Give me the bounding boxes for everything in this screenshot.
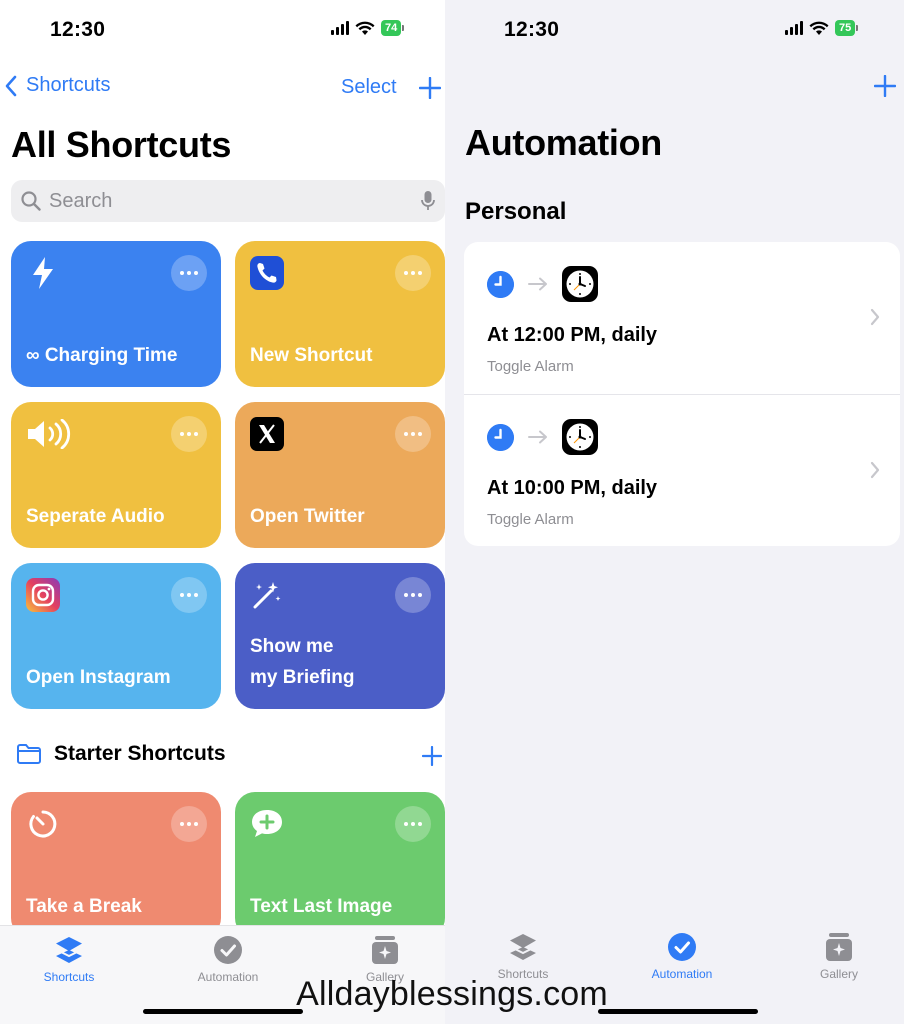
- wifi-icon: [809, 21, 829, 35]
- folder-icon: [17, 744, 41, 764]
- more-button[interactable]: [395, 806, 431, 842]
- automation-subtitle: Toggle Alarm: [487, 358, 574, 375]
- plus-icon: [418, 76, 442, 100]
- tile-label: Take a Break: [26, 896, 142, 917]
- shortcut-tile-seperate-audio[interactable]: Seperate Audio: [11, 402, 221, 548]
- more-button[interactable]: [395, 577, 431, 613]
- shortcut-tile-charging-time[interactable]: ∞ Charging Time: [11, 241, 221, 387]
- select-button[interactable]: Select: [341, 76, 397, 99]
- watermark-text: Alldayblessings.com: [296, 975, 608, 1013]
- chevron-right-icon: [870, 308, 880, 326]
- automation-row[interactable]: At 12:00 PM, daily Toggle Alarm: [464, 242, 900, 394]
- automation-icons: [487, 419, 598, 455]
- page-title: Automation: [465, 122, 662, 163]
- automation-subtitle: Toggle Alarm: [487, 511, 574, 528]
- search-icon: [21, 191, 41, 211]
- shortcuts-screen: 12:30 74 Shortcuts Select All Shortcuts …: [0, 0, 445, 1024]
- clock-app-icon: [562, 419, 598, 455]
- automation-row[interactable]: At 10:00 PM, daily Toggle Alarm: [464, 394, 900, 546]
- automation-icons: [487, 266, 598, 302]
- arrow-right-icon: [528, 430, 547, 444]
- starter-shortcuts-header[interactable]: Starter Shortcuts: [16, 742, 226, 766]
- tab-shortcuts[interactable]: Shortcuts: [463, 931, 583, 981]
- back-button-label: Shortcuts: [26, 74, 111, 96]
- add-automation-button[interactable]: [873, 74, 897, 102]
- automation-list: At 12:00 PM, daily Toggle Alarm At 10:00…: [464, 242, 900, 546]
- more-button[interactable]: [395, 416, 431, 452]
- add-starter-shortcut-button[interactable]: [421, 745, 443, 771]
- tile-label: Open Twitter: [250, 506, 365, 527]
- time-trigger-icon: [487, 270, 514, 298]
- automation-check-icon: [214, 936, 242, 964]
- plus-icon: [421, 745, 443, 767]
- status-time: 12:30: [50, 18, 106, 41]
- status-icons: 75: [785, 20, 859, 36]
- speaker-icon: [25, 416, 73, 452]
- automation-title: At 10:00 PM, daily: [487, 477, 658, 499]
- layers-icon: [509, 934, 537, 960]
- gallery-icon: [826, 933, 852, 961]
- add-shortcut-button[interactable]: [418, 76, 442, 104]
- time-trigger-icon: [487, 423, 514, 451]
- shortcut-tile-open-twitter[interactable]: Open Twitter: [235, 402, 445, 548]
- phone-app-icon: [249, 255, 285, 291]
- tile-label: Seperate Audio: [26, 506, 165, 527]
- automation-title: At 12:00 PM, daily: [487, 324, 658, 346]
- microphone-icon[interactable]: [421, 190, 435, 212]
- clock-app-icon: [562, 266, 598, 302]
- bolt-icon: [25, 255, 61, 291]
- section-title-personal: Personal: [465, 198, 567, 225]
- shortcut-tile-text-last-image[interactable]: Text Last Image: [235, 792, 445, 938]
- chevron-right-icon: [870, 461, 880, 479]
- battery-nub: [856, 25, 859, 31]
- shortcut-tile-open-instagram[interactable]: Open Instagram: [11, 563, 221, 709]
- status-icons: 74: [331, 20, 405, 36]
- message-plus-icon: [249, 806, 285, 842]
- tile-label-line1: Show me: [250, 636, 334, 657]
- shortcut-tile-show-me-my-briefing[interactable]: Show me my Briefing: [235, 563, 445, 709]
- more-button[interactable]: [395, 255, 431, 291]
- tile-label: Show me my Briefing: [250, 631, 433, 693]
- shortcut-tile-take-a-break[interactable]: Take a Break: [11, 792, 221, 938]
- plus-icon: [873, 74, 897, 98]
- battery-indicator: 75: [835, 20, 856, 36]
- tile-label: Open Instagram: [26, 667, 171, 688]
- tile-label-line2: my Briefing: [250, 667, 355, 688]
- wifi-icon: [355, 21, 375, 35]
- arrow-right-icon: [528, 277, 547, 291]
- tile-label: ∞ Charging Time: [26, 345, 178, 366]
- search-bar[interactable]: Search: [11, 180, 445, 222]
- shortcut-tile-new-shortcut[interactable]: New Shortcut: [235, 241, 445, 387]
- more-button[interactable]: [171, 255, 207, 291]
- cellular-signal-icon: [331, 21, 349, 35]
- cellular-signal-icon: [785, 21, 803, 35]
- layers-icon: [55, 937, 83, 963]
- chevron-left-icon: [5, 75, 17, 96]
- gallery-icon: [372, 936, 398, 964]
- magic-wand-icon: [249, 577, 285, 613]
- timer-icon: [25, 806, 61, 842]
- tile-label: New Shortcut: [250, 345, 373, 366]
- battery-nub: [402, 25, 405, 31]
- more-button[interactable]: [171, 416, 207, 452]
- battery-indicator: 74: [381, 20, 402, 36]
- back-button[interactable]: Shortcuts: [4, 74, 110, 97]
- status-time: 12:30: [504, 18, 560, 41]
- tile-label: Text Last Image: [250, 896, 393, 917]
- more-button[interactable]: [171, 806, 207, 842]
- more-button[interactable]: [171, 577, 207, 613]
- instagram-app-icon: [25, 577, 61, 613]
- tab-automation[interactable]: Automation: [622, 931, 742, 981]
- x-app-icon: [249, 416, 285, 452]
- tab-gallery[interactable]: Gallery: [779, 931, 899, 981]
- search-input[interactable]: Search: [49, 190, 421, 213]
- automation-check-icon: [668, 933, 696, 961]
- page-title: All Shortcuts: [11, 124, 232, 165]
- section-title: Starter Shortcuts: [54, 742, 226, 765]
- automation-screen: 12:30 75 Automation Personal At 12:00 PM…: [445, 0, 904, 1024]
